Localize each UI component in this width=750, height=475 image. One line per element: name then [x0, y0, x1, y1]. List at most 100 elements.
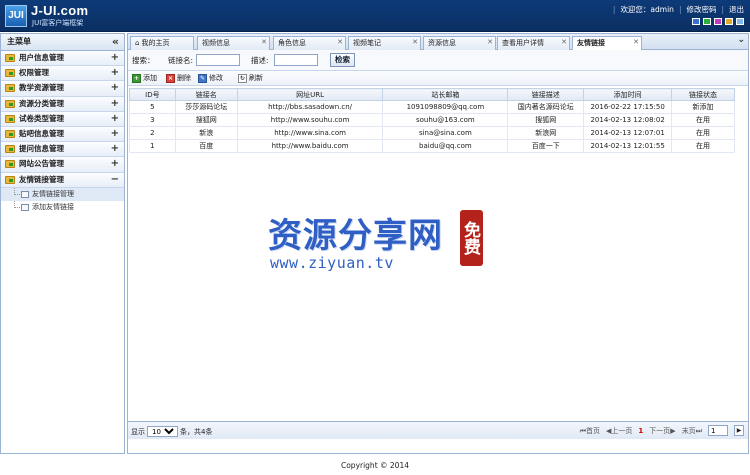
refresh-button[interactable]: ↻ 刷新	[238, 73, 263, 84]
column-header-added-time[interactable]: 添加时间	[583, 88, 673, 101]
expand-icon[interactable]: +	[111, 66, 119, 80]
last-page-button[interactable]: 末页⏭	[682, 426, 702, 436]
page-icon	[21, 190, 29, 198]
sidebar-group-announcements[interactable]: 网站公告管理 +	[1, 157, 124, 173]
edit-label: 修改	[209, 74, 223, 82]
tab-label: 友情链接	[577, 39, 605, 47]
column-header-email[interactable]: 站长邮箱	[382, 88, 509, 101]
expand-icon[interactable]: +	[111, 157, 119, 171]
cell-id: 3	[129, 113, 176, 127]
sidebar-item-friend-link-manage[interactable]: 友情链接管理	[1, 187, 124, 201]
delete-button[interactable]: × 删除	[166, 73, 191, 84]
close-icon[interactable]: ✕	[561, 36, 567, 48]
app-header: JUI J-UI.com JUI富客户端框架 | 欢迎您：admin | 修改密…	[0, 0, 750, 32]
cell-email: 1091098809@qq.com	[382, 100, 509, 114]
collapse-group-icon[interactable]: −	[111, 173, 119, 187]
goto-page-input[interactable]	[708, 425, 728, 436]
folder-icon	[5, 114, 15, 123]
edit-button[interactable]: ✎ 修改	[198, 73, 223, 84]
cell-email: souhu@163.com	[382, 113, 509, 127]
first-page-button[interactable]: ⏮首页	[580, 426, 600, 436]
prev-page-label: 上一页	[611, 426, 633, 435]
sidebar-group-label: 试卷类型管理	[19, 113, 64, 123]
description-input[interactable]	[274, 54, 318, 66]
cell-name: 百度	[174, 139, 238, 153]
column-header-status[interactable]: 链接状态	[671, 88, 735, 101]
sidebar-group-exam-types[interactable]: 试卷类型管理 +	[1, 111, 124, 127]
sidebar-group-label: 资源分类管理	[19, 98, 64, 108]
next-page-button[interactable]: 下一页▶	[649, 426, 675, 436]
tab-resource-info[interactable]: 资源信息 ✕	[423, 36, 496, 50]
close-icon[interactable]: ✕	[337, 36, 343, 48]
cell-name: 搜狐网	[174, 113, 238, 127]
link-name-input[interactable]	[196, 54, 240, 66]
page-size-select[interactable]: 10	[147, 426, 178, 437]
search-bar: 搜索： 链接名: 描述: 检索	[128, 50, 748, 71]
tab-role-info[interactable]: 角色信息 ✕	[273, 36, 346, 50]
cell-added-time: 2014-02-13 12:07:01	[583, 126, 673, 140]
sidebar-item-label: 添加友情链接	[32, 202, 74, 211]
column-header-id[interactable]: ID号	[129, 88, 176, 101]
theme-swatch-4[interactable]	[725, 18, 733, 25]
first-page-label: 首页	[586, 426, 601, 435]
search-button[interactable]: 检索	[330, 53, 355, 67]
expand-icon[interactable]: +	[111, 142, 119, 156]
goto-page-button[interactable]: ▶	[734, 425, 744, 436]
sidebar-item-add-friend-link[interactable]: 添加友情链接	[1, 200, 124, 214]
expand-icon[interactable]: +	[111, 127, 119, 141]
folder-icon	[5, 145, 15, 154]
sidebar-group-resource-categories[interactable]: 资源分类管理 +	[1, 96, 124, 112]
table-row[interactable]: 3 搜狐网 http://www.souhu.com souhu@163.com…	[129, 113, 735, 127]
folder-icon	[5, 160, 15, 169]
tab-friend-links[interactable]: 友情链接 ✕	[572, 36, 642, 51]
table-row[interactable]: 2 新浪 http://www.sina.com sina@sina.com 新…	[129, 126, 735, 140]
pagination-bar: 显示 10 条，共4条 ⏮首页 ◀上一页 1 下一页▶ 末页⏭ ▶	[128, 421, 748, 439]
theme-swatch-3[interactable]	[714, 18, 722, 25]
total-count-text: 条，共4条	[180, 427, 213, 436]
theme-swatch-5[interactable]	[736, 18, 744, 25]
table-row[interactable]: 1 百度 http://www.baidu.com baidu@qq.com 百…	[129, 139, 735, 153]
tab-video-notes[interactable]: 视频笔记 ✕	[348, 36, 421, 50]
grid-toolbar: + 添加 × 删除 ✎ 修改 ↻ 刷新	[128, 71, 748, 86]
watermark-badge: 免费	[460, 210, 483, 266]
add-label: 添加	[143, 74, 157, 82]
cell-id: 1	[129, 139, 176, 153]
tab-user-detail[interactable]: 查看用户详情 ✕	[497, 36, 570, 50]
column-header-name[interactable]: 链接名	[174, 88, 238, 101]
tab-video-info[interactable]: 视频信息 ✕	[197, 36, 270, 50]
current-page-number[interactable]: 1	[638, 427, 643, 435]
sidebar-group-friend-links[interactable]: 友情链接管理 −	[1, 172, 124, 188]
sidebar-header: 主菜单 «	[1, 34, 124, 51]
sidebar-group-permissions[interactable]: 权限管理 +	[1, 66, 124, 82]
tab-list-dropdown-icon[interactable]: ⌄	[737, 35, 745, 45]
change-password-link[interactable]: 修改密码	[686, 4, 716, 15]
theme-swatch-2[interactable]	[703, 18, 711, 25]
add-button[interactable]: + 添加	[132, 73, 157, 84]
expand-icon[interactable]: +	[111, 112, 119, 126]
expand-icon[interactable]: +	[111, 51, 119, 65]
expand-icon[interactable]: +	[111, 81, 119, 95]
column-header-url[interactable]: 网址URL	[236, 88, 384, 101]
table-row[interactable]: 5 莎莎源码论坛 http://bbs.sasadown.cn/ 1091098…	[129, 100, 735, 114]
sidebar-group-teaching-resources[interactable]: 教学资源管理 +	[1, 81, 124, 97]
watermark-text: 资源分享网	[268, 216, 443, 256]
collapse-icon[interactable]: «	[112, 34, 119, 50]
logout-link[interactable]: 退出	[729, 4, 744, 15]
column-header-description[interactable]: 链接描述	[507, 88, 585, 101]
welcome-text: 欢迎您：admin	[620, 5, 674, 14]
sidebar-group-forum[interactable]: 贴吧信息管理 +	[1, 126, 124, 143]
close-icon[interactable]: ✕	[487, 36, 493, 48]
prev-page-button[interactable]: ◀上一页	[606, 426, 632, 436]
close-icon[interactable]: ✕	[633, 36, 639, 48]
tab-home[interactable]: ⌂ 我的主页	[130, 36, 194, 50]
cell-description: 新浪网	[507, 126, 585, 140]
table-header-row: ID号 链接名 网址URL 站长邮箱 链接描述 添加时间 链接状态	[129, 88, 735, 101]
sidebar-group-questions[interactable]: 提问信息管理 +	[1, 142, 124, 158]
close-icon[interactable]: ✕	[412, 36, 418, 48]
close-icon[interactable]: ✕	[261, 36, 267, 48]
sidebar-group-users[interactable]: 用户信息管理 +	[1, 51, 124, 67]
theme-swatch-1[interactable]	[692, 18, 700, 25]
copyright-text: Copyright © 2014	[340, 461, 409, 470]
cell-status: 在用	[671, 139, 735, 153]
expand-icon[interactable]: +	[111, 97, 119, 111]
